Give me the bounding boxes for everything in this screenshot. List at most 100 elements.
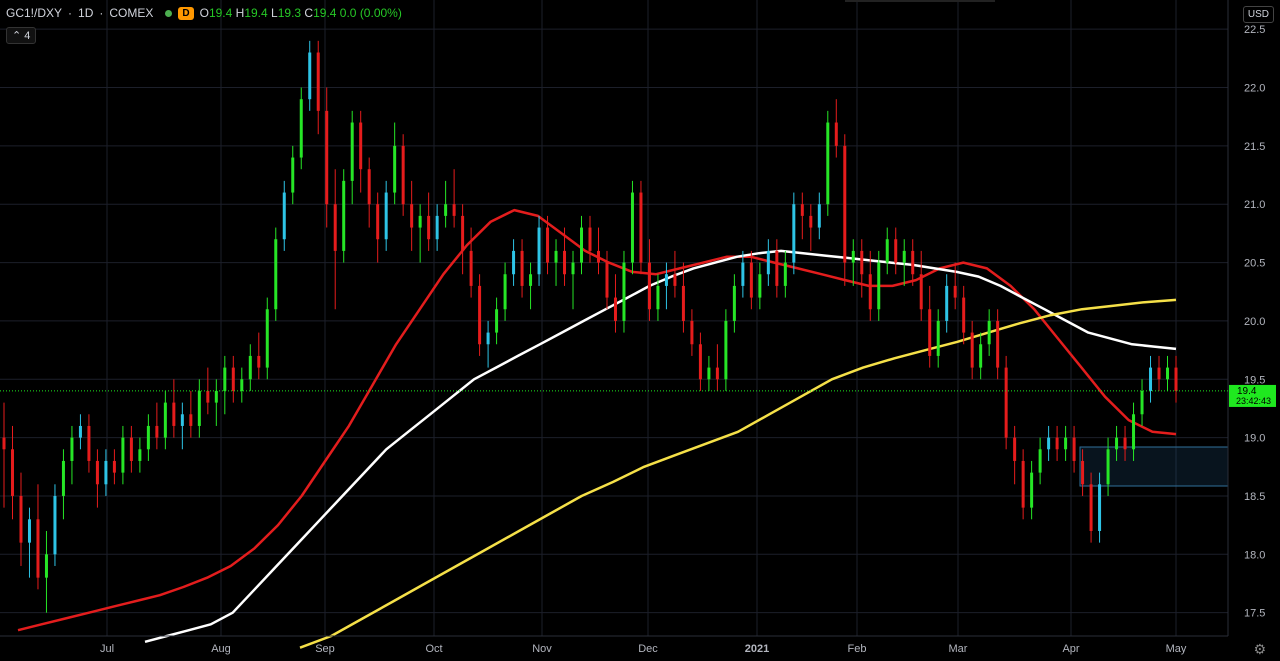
candle-body [435,215,439,240]
candle-body [410,204,414,228]
candle-body [240,379,244,391]
time-tick-label: 2021 [745,643,769,655]
time-axis[interactable]: Jul Aug Sep Oct Nov Dec 2021 Feb Mar Apr May [0,635,1228,655]
price-chart[interactable]: 22.5 22.0 21.5 21.0 20.5 20.0 19.5 19.0 18.5 18.0… [0,0,1280,661]
candle-body [953,285,957,298]
symbol-name[interactable]: GC1!/DXY [6,6,62,20]
candle-body [308,52,312,100]
candle-body [180,414,184,426]
time-tick-label: May [1166,643,1187,655]
candle-body [1064,437,1068,450]
time-tick-label: Apr [1062,643,1079,655]
candle-body [155,425,159,438]
candle-body [809,215,813,228]
candle-body [1013,437,1017,461]
legend-separator: · [68,6,73,20]
candle-body [367,169,371,205]
candle-body [1174,367,1178,391]
drawing-rectangle[interactable] [1079,446,1229,487]
candle-body [129,437,133,461]
current-price-label: 19.423:42:43 [0,384,1276,407]
candle-body [945,285,949,321]
candle-body [1004,367,1008,438]
candle-body [376,204,380,240]
candle-body [868,274,872,310]
candle-body [1149,367,1153,391]
symbol-legend[interactable]: GC1!/DXY · 1D · COMEX D O19.4 H19.4 L19.… [6,6,402,20]
candle-body [749,262,753,298]
moving-average-yellow [299,298,1177,649]
currency-button[interactable]: USD [1242,6,1274,23]
candle-body [656,285,660,310]
time-tick-label: Jul [100,643,114,655]
candle-body [851,250,855,263]
candle-body [1132,414,1136,450]
candle-body [596,250,600,263]
price-tick-label: 21.0 [1244,199,1265,211]
candle-body [503,274,507,310]
candle-body [860,250,864,275]
gear-icon[interactable]: ⚙ [1253,641,1266,658]
price-axis[interactable]: 22.5 22.0 21.5 21.0 20.5 20.0 19.5 19.0 18.5 18.0… [1227,0,1265,636]
candle-body [2,437,6,450]
delayed-badge: D [178,6,194,20]
exchange-label: COMEX [109,6,154,20]
candle-body [223,367,227,391]
candle-body [163,402,167,438]
chevron-up-icon: ⌃ [12,30,22,42]
candle-body [427,215,431,240]
price-tick-label: 17.5 [1244,608,1265,620]
candle-body [316,52,320,111]
rectangle-shape [1079,446,1229,487]
candle-body [630,192,634,263]
candle-body [537,227,541,275]
candle-body [1123,437,1127,450]
candle-body [885,239,889,263]
candle-body [580,227,584,263]
change-value: 0.0 (0.00%) [339,6,402,20]
candle-body [647,262,651,310]
candle-body [1021,460,1025,508]
open-label: O [199,6,209,20]
candle-body [27,519,31,543]
candle-body [36,519,40,578]
candle-body [843,145,847,263]
candle-body [1166,367,1170,380]
candle-body [724,320,728,380]
candle-body [554,250,558,263]
candle-body [571,262,575,275]
time-tick-label: Mar [949,643,968,655]
price-tick-label: 19.5 [1244,374,1265,386]
candle-body [563,250,567,275]
candle-body [172,402,176,426]
candle-body [291,157,295,193]
close-label: C [304,6,314,20]
candle-body [282,192,286,240]
candle-body [987,320,991,345]
indicators-toggle-button[interactable]: ⌃ 4 [6,27,37,44]
indicator-count: 4 [24,30,31,42]
candle-body [1047,437,1051,450]
candle-body [1115,437,1119,450]
candle-body [613,297,617,321]
timeframe-label[interactable]: 1D [78,6,93,20]
candle-body [758,274,762,298]
bar-countdown: 23:42:43 [1236,396,1271,406]
candle-body [512,250,516,275]
candle-body [1089,484,1093,531]
candle-body [877,262,881,310]
candle-body [469,250,473,286]
top-divider [845,0,995,2]
moving-averages [17,208,1177,649]
time-tick-label: Sep [315,643,335,655]
candle-body [639,192,643,263]
candle-body [257,355,261,368]
candle-body [622,262,626,321]
candle-body [673,274,677,286]
candle-body [265,309,269,368]
candle-body [78,425,82,438]
candle-body [996,320,1000,368]
price-tick-label: 19.0 [1244,433,1265,445]
candle-body [588,227,592,251]
price-tick-label: 18.0 [1244,549,1265,561]
